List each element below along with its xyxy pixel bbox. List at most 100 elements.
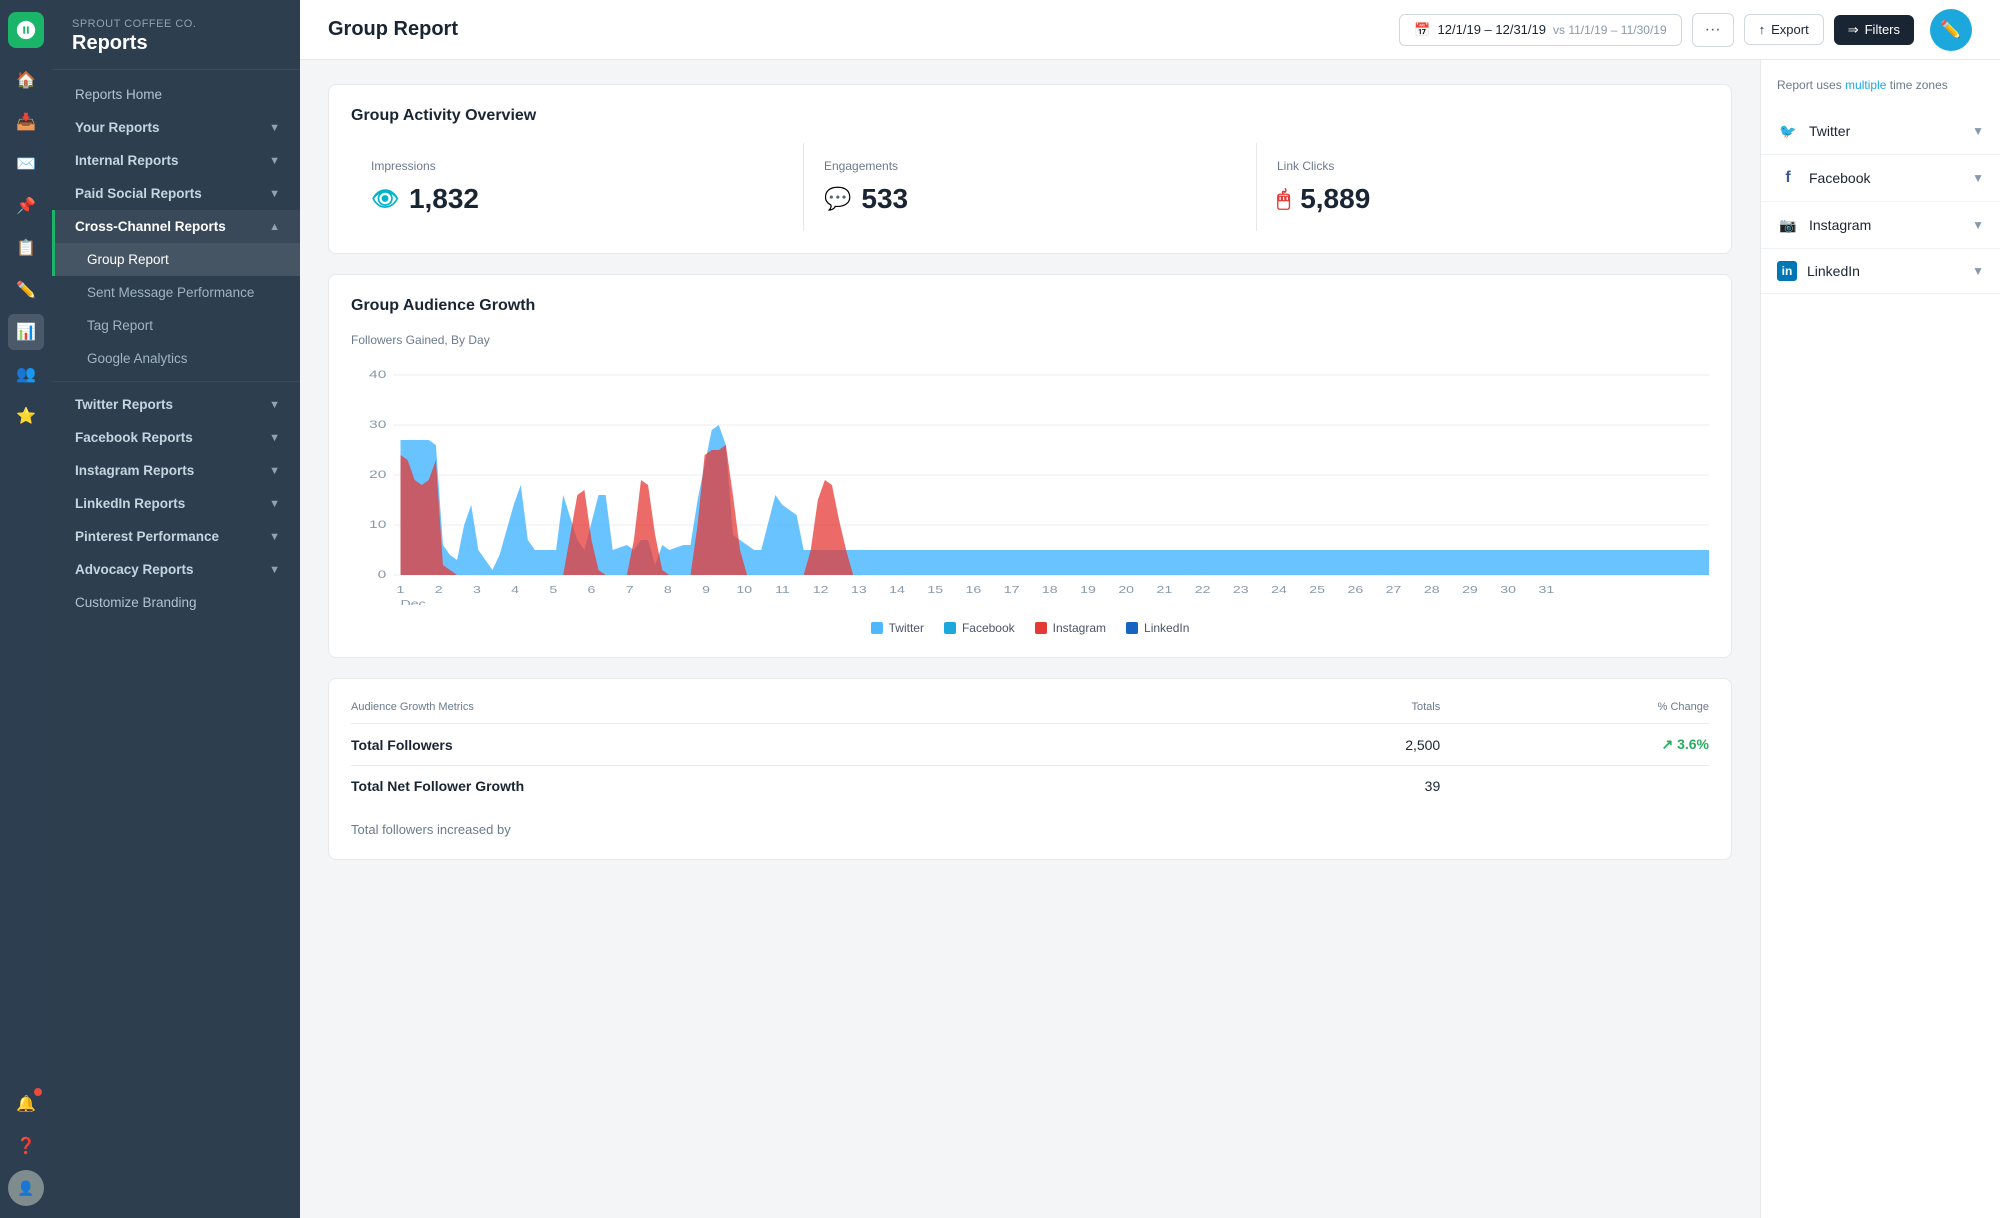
- sidebar-title: Reports: [72, 32, 280, 55]
- sidebar-item-linkedin-reports[interactable]: LinkedIn Reports ▼: [52, 487, 300, 520]
- svg-text:3: 3: [473, 584, 481, 595]
- filters-button[interactable]: ⇒ Filters: [1834, 15, 1914, 45]
- svg-text:5: 5: [549, 584, 557, 595]
- chevron-instagram: ▼: [269, 465, 280, 477]
- group-activity-card: Group Activity Overview Impressions 👁 1,…: [328, 84, 1732, 254]
- sidebar-item-advocacy[interactable]: Advocacy Reports ▼: [52, 553, 300, 586]
- sidebar-item-facebook-reports[interactable]: Facebook Reports ▼: [52, 421, 300, 454]
- chart-subtitle: Followers Gained, By Day: [351, 333, 1709, 347]
- table-row-followers: Total Followers 2,500 ↗ 3.6%: [351, 724, 1709, 766]
- svg-text:0: 0: [378, 568, 387, 580]
- sidebar-item-twitter-reports[interactable]: Twitter Reports ▼: [52, 388, 300, 421]
- svg-text:10: 10: [736, 584, 752, 595]
- metric-label-followers: Total Followers: [351, 724, 1257, 766]
- group-activity-title: Group Activity Overview: [351, 107, 1709, 125]
- svg-text:19: 19: [1080, 584, 1096, 595]
- export-button[interactable]: ↑ Export: [1744, 14, 1824, 45]
- metric-change-followers: ↗ 3.6%: [1440, 724, 1709, 766]
- impressions-icon: 👁: [371, 186, 399, 212]
- col-change: % Change: [1440, 701, 1709, 724]
- stat-link-clicks: Link Clicks 🖱 5,889: [1257, 143, 1709, 231]
- topbar: Group Report 📅 12/1/19 – 12/31/19 vs 11/…: [300, 0, 2000, 60]
- user-avatar[interactable]: 👤: [8, 1170, 44, 1206]
- stats-row: Impressions 👁 1,832 Engagements 💬 533: [351, 143, 1709, 231]
- engagements-label: Engagements: [824, 159, 1236, 173]
- platform-twitter[interactable]: 🐦 Twitter ▼: [1761, 108, 2000, 155]
- impressions-value: 👁 1,832: [371, 183, 783, 215]
- twitter-legend-label: Twitter: [889, 621, 924, 635]
- svg-text:30: 30: [369, 418, 386, 430]
- nav-pin-icon[interactable]: 📌: [8, 188, 44, 224]
- svg-text:10: 10: [369, 518, 386, 530]
- svg-text:27: 27: [1386, 584, 1402, 595]
- timezone-link[interactable]: multiple: [1845, 78, 1886, 92]
- platform-twitter-left: 🐦 Twitter: [1777, 120, 1850, 142]
- instagram-platform-name: Instagram: [1809, 217, 1871, 233]
- svg-text:21: 21: [1157, 584, 1173, 595]
- instagram-legend-label: Instagram: [1053, 621, 1106, 635]
- main-content: Group Activity Overview Impressions 👁 1,…: [300, 60, 1760, 1218]
- svg-text:15: 15: [927, 584, 943, 595]
- instagram-platform-icon: 📷: [1777, 214, 1799, 236]
- sidebar-item-tag-report[interactable]: Tag Report: [52, 309, 300, 342]
- nav-inbox-icon[interactable]: 📥: [8, 104, 44, 140]
- metrics-table: Audience Growth Metrics Totals % Change …: [351, 701, 1709, 806]
- audience-growth-card: Group Audience Growth Followers Gained, …: [328, 274, 1732, 658]
- sidebar-item-cross-channel[interactable]: Cross-Channel Reports ▲: [52, 210, 300, 243]
- calendar-icon: 📅: [1414, 22, 1430, 38]
- timezone-note: Report uses multiple time zones: [1761, 78, 2000, 108]
- svg-text:13: 13: [851, 584, 867, 595]
- more-icon: ···: [1705, 21, 1721, 38]
- export-icon: ↑: [1759, 22, 1766, 37]
- impressions-label: Impressions: [371, 159, 783, 173]
- sidebar-item-pinterest[interactable]: Pinterest Performance ▼: [52, 520, 300, 553]
- metrics-note: Total followers increased by: [351, 822, 1709, 837]
- svg-text:2: 2: [435, 584, 443, 595]
- nav-list-icon[interactable]: 📋: [8, 230, 44, 266]
- svg-text:Dec: Dec: [401, 598, 426, 605]
- linkedin-legend-dot: [1126, 622, 1138, 634]
- nav-help-icon[interactable]: ❓: [8, 1128, 44, 1164]
- nav-home-icon[interactable]: 🏠: [8, 62, 44, 98]
- svg-text:29: 29: [1462, 584, 1478, 595]
- nav-tasks-icon[interactable]: ✉️: [8, 146, 44, 182]
- svg-text:11: 11: [775, 584, 790, 595]
- sidebar-item-google-analytics[interactable]: Google Analytics: [52, 342, 300, 375]
- svg-text:6: 6: [588, 584, 596, 595]
- sidebar-item-sent-message[interactable]: Sent Message Performance: [52, 276, 300, 309]
- twitter-chevron-icon: ▼: [1972, 124, 1984, 138]
- metrics-card: Audience Growth Metrics Totals % Change …: [328, 678, 1732, 860]
- nav-compose-icon[interactable]: ✏️: [8, 272, 44, 308]
- nav-bell-icon[interactable]: 🔔: [8, 1086, 44, 1122]
- facebook-chevron-icon: ▼: [1972, 171, 1984, 185]
- chevron-facebook: ▼: [269, 432, 280, 444]
- sidebar-item-instagram-reports[interactable]: Instagram Reports ▼: [52, 454, 300, 487]
- platform-instagram[interactable]: 📷 Instagram ▼: [1761, 202, 2000, 249]
- platform-linkedin[interactable]: in LinkedIn ▼: [1761, 249, 2000, 294]
- svg-text:22: 22: [1195, 584, 1211, 595]
- date-range-button[interactable]: 📅 12/1/19 – 12/31/19 vs 11/1/19 – 11/30/…: [1399, 14, 1681, 46]
- stat-impressions: Impressions 👁 1,832: [351, 143, 804, 231]
- platform-facebook[interactable]: f Facebook ▼: [1761, 155, 2000, 202]
- nav-team-icon[interactable]: 👥: [8, 356, 44, 392]
- platform-instagram-left: 📷 Instagram: [1777, 214, 1871, 236]
- sidebar-item-group-report[interactable]: Group Report: [52, 243, 300, 276]
- nav-reports-icon[interactable]: 📊: [8, 314, 44, 350]
- sidebar-item-customize-branding[interactable]: Customize Branding: [52, 586, 300, 619]
- sidebar-item-reports-home[interactable]: Reports Home: [52, 78, 300, 111]
- more-options-button[interactable]: ···: [1692, 13, 1734, 47]
- sidebar-item-your-reports[interactable]: Your Reports ▼: [52, 111, 300, 144]
- edit-fab-button[interactable]: ✏️: [1930, 9, 1972, 51]
- sidebar-item-internal-reports[interactable]: Internal Reports ▼: [52, 144, 300, 177]
- svg-text:23: 23: [1233, 584, 1249, 595]
- sidebar-item-paid-social[interactable]: Paid Social Reports ▼: [52, 177, 300, 210]
- chevron-linkedin: ▼: [269, 498, 280, 510]
- topbar-actions: 📅 12/1/19 – 12/31/19 vs 11/1/19 – 11/30/…: [1399, 9, 1972, 51]
- vs-text: vs 11/1/19 – 11/30/19: [1553, 23, 1667, 37]
- nav-star-icon[interactable]: ⭐: [8, 398, 44, 434]
- app-logo[interactable]: [8, 12, 44, 48]
- chevron-cross-channel: ▲: [269, 221, 280, 233]
- chart-legend: Twitter Facebook Instagram LinkedIn: [351, 621, 1709, 635]
- svg-text:4: 4: [511, 584, 519, 595]
- platform-linkedin-left: in LinkedIn: [1777, 261, 1860, 281]
